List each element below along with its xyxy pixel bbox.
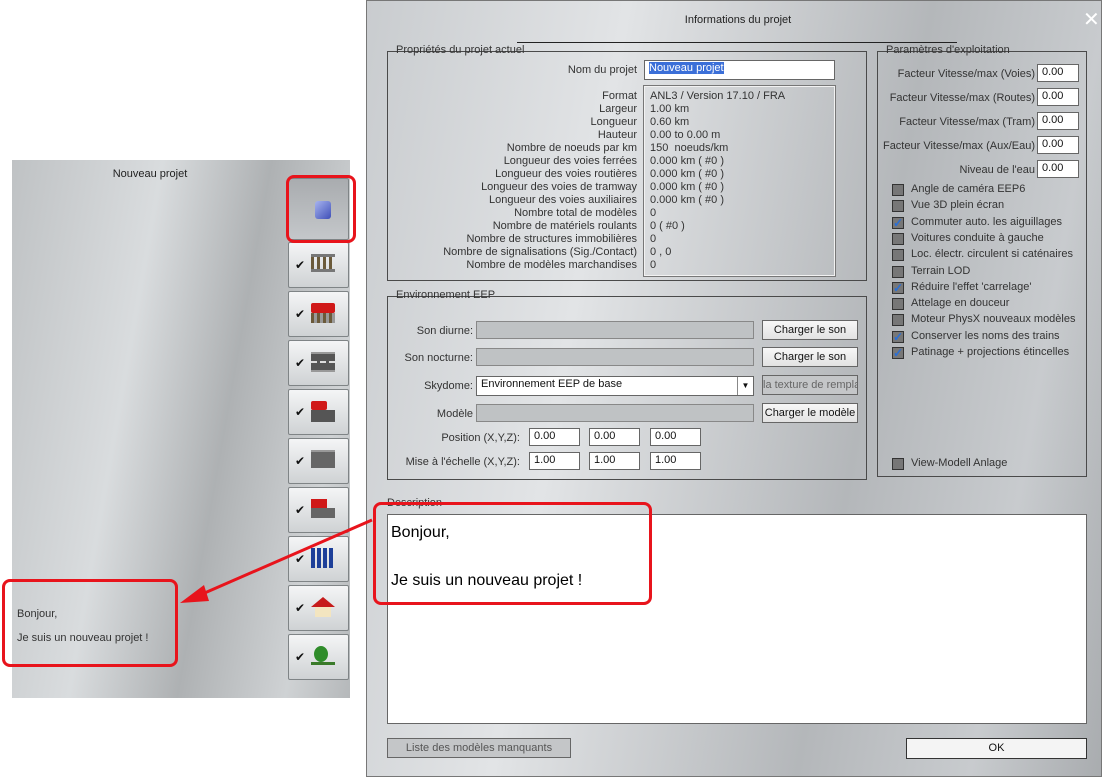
annotation-arrow	[180, 518, 373, 603]
